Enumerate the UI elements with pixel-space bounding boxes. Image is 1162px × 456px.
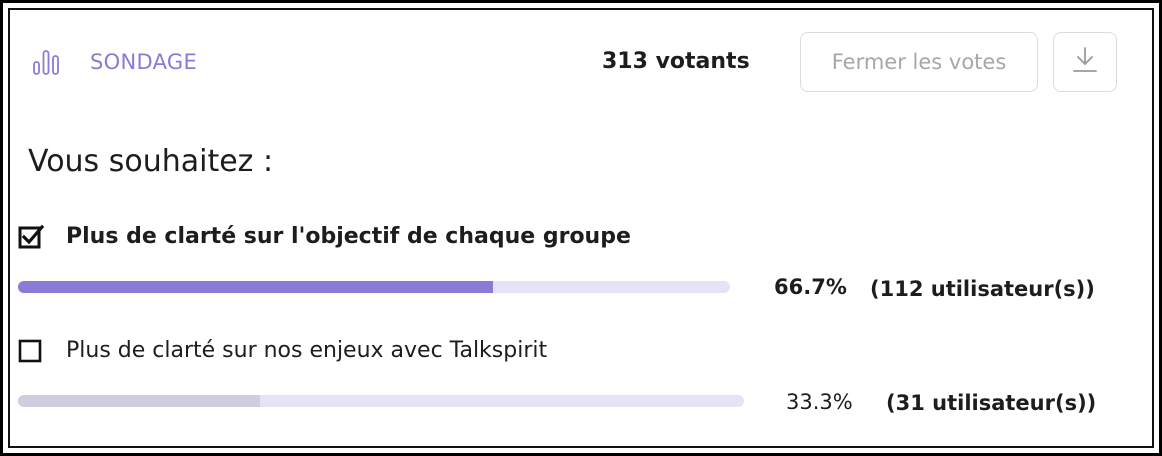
bar-chart-icon (32, 48, 60, 76)
option-2-progress-bar (18, 395, 744, 407)
option-2-progress-fill (18, 395, 260, 407)
close-votes-button[interactable]: Fermer les votes (800, 32, 1038, 92)
poll-card: SONDAGE 313 votants Fermer les votes Vou… (8, 8, 1154, 448)
option-1-percent: 66.7% (774, 275, 847, 299)
close-votes-label: Fermer les votes (831, 50, 1007, 74)
poll-question: Vous souhaitez : (28, 144, 274, 179)
option-2-checkbox-icon[interactable] (18, 339, 44, 365)
option-1-checkbox-checked-icon[interactable] (18, 224, 44, 250)
option-1-count: (112 utilisateur(s)) (870, 277, 1095, 301)
voters-count: 313 votants (602, 49, 750, 74)
option-1-progress-bar (18, 281, 730, 293)
option-2-label[interactable]: Plus de clarté sur nos enjeux avec Talks… (66, 336, 547, 366)
poll-type-label: SONDAGE (90, 50, 198, 74)
option-1-progress-fill (18, 281, 493, 293)
download-icon (1071, 45, 1099, 79)
option-2-count: (31 utilisateur(s)) (886, 391, 1097, 415)
option-2-percent: 33.3% (786, 390, 853, 414)
download-button[interactable] (1053, 32, 1117, 92)
option-1-label[interactable]: Plus de clarté sur l'objectif de chaque … (66, 222, 631, 252)
